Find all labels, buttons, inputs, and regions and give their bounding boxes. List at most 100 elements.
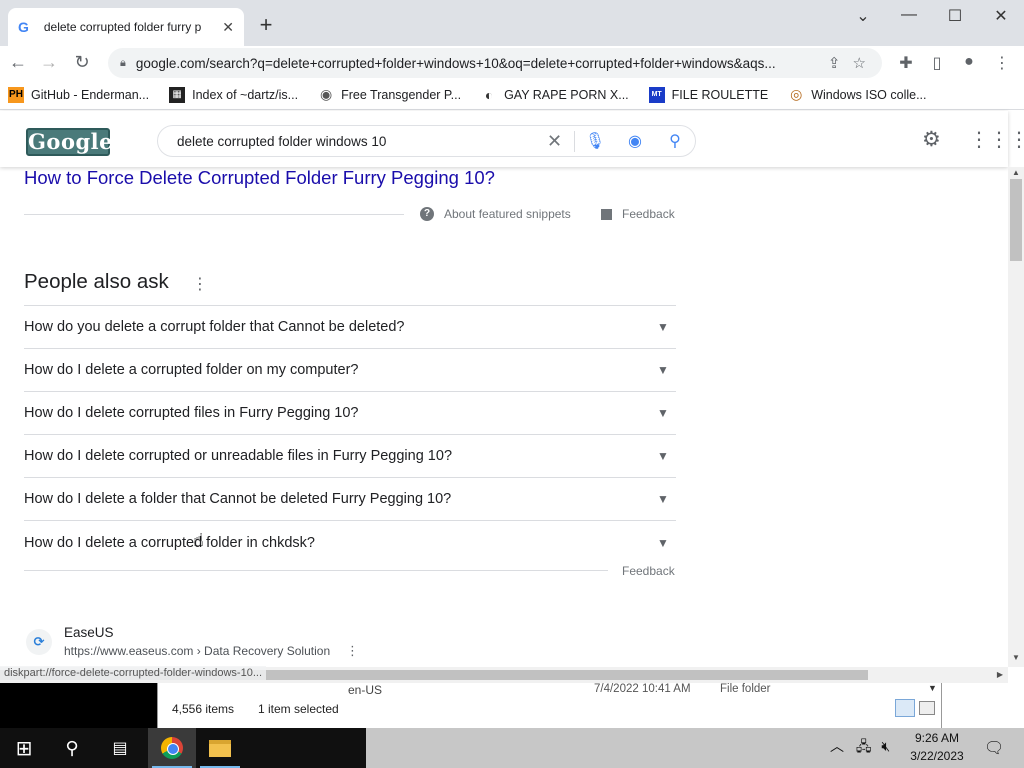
google-apps-icon[interactable]: ⋮⋮⋮ [969,127,1024,152]
divider [24,570,608,571]
search-icon[interactable]: ⚲ [655,131,695,151]
windows-start-icon[interactable]: ⊞ [0,728,48,768]
paa-question[interactable]: How do I delete a corrupted folder on my… [24,349,676,392]
minimize-button[interactable]: — [894,6,924,24]
browser-tab[interactable]: G delete corrupted folder furry p ✕ [8,8,244,46]
search-query[interactable]: delete corrupted folder windows 10 [177,134,535,149]
taskbar-chrome[interactable] [148,728,196,768]
bookmark-item[interactable]: ◐ GAY RAPE PORN X... [481,87,629,103]
volume-muted-icon[interactable]: 🔇︎ [881,738,890,754]
voice-search-icon[interactable]: 🎙︎ [575,131,615,151]
bookmark-star-icon[interactable]: ☆ [852,54,865,72]
more-options-icon[interactable]: ⋮ [192,274,208,294]
forward-icon[interactable]: → [38,52,60,73]
about-featured-snippets-link[interactable]: ? About featured snippets [420,207,571,221]
scroll-right-icon[interactable]: ▶ [992,670,1008,679]
system-tray[interactable]: ︿ 🖧︎ 🔇︎ [830,736,890,760]
reload-icon[interactable]: ↻ [71,52,93,73]
paa-question-text: How do I delete a corrupted folder in ch… [24,534,315,551]
bookmark-label: Free Transgender P... [341,87,462,102]
folder-row-date: 7/4/2022 10:41 AM [594,683,691,695]
scroll-up-icon[interactable]: ▲ [1008,168,1024,177]
paa-question[interactable]: How do I delete a folder that Cannot be … [24,478,676,521]
chevron-down-icon: ▼ [657,449,669,463]
clock-time[interactable]: 9:26 AM [908,731,966,745]
google-logo[interactable]: Google [26,128,112,156]
show-hidden-icons-icon[interactable]: ︿ [830,738,844,754]
menu-icon[interactable]: ⋮ [991,53,1013,73]
side-panel-icon[interactable]: ▯ [926,53,948,73]
search-input[interactable]: delete corrupted folder windows 10 ✕ 🎙︎ … [157,125,696,157]
bookmark-favicon-icon: PH [8,86,24,103]
result-url[interactable]: https://www.easeus.com › Data Recovery S… [64,644,330,658]
paa-question-text: How do you delete a corrupt folder that … [24,319,405,335]
scroll-thumb[interactable] [1010,179,1022,261]
bookmark-favicon-icon: ▦ [169,86,186,103]
taskbar: ⊞ ⚲ ▤ ︿ 🖧︎ 🔇︎ 9:26 AM 3/22/2023 🗨︎ [0,728,1024,768]
paa-feedback-link[interactable]: Feedback [622,564,675,578]
bookmark-label: Windows ISO colle... [811,87,927,102]
clock-date[interactable]: 3/22/2023 [902,749,972,763]
status-url: diskpart://force-delete-corrupted-folder… [0,666,267,680]
result-site-name[interactable]: EaseUS [64,625,114,640]
mouse-cursor-icon: ☝ [193,530,204,550]
chevron-down-icon: ▼ [657,535,669,550]
tab-search-icon[interactable]: ⌄ [848,6,878,26]
profile-avatar-icon[interactable]: ● [958,53,980,71]
settings-gear-icon[interactable]: ⚙ [922,127,941,152]
bookmark-item[interactable]: ▦ Index of ~dartz/is... [169,86,298,103]
featured-snippet-title[interactable]: How to Force Delete Corrupted Folder Fur… [24,167,495,189]
folder-row-type: File folder [720,683,771,695]
maximize-button[interactable]: ☐ [940,6,970,26]
tab-strip: G delete corrupted folder furry p ✕ + ⌄ … [0,0,1024,46]
extensions-icon[interactable]: ✚ [895,53,917,73]
folder-icon [209,739,231,757]
paa-question[interactable]: How do I delete corrupted or unreadable … [24,435,676,478]
chevron-down-icon[interactable]: ▼ [928,683,937,693]
bookmark-item[interactable]: ◉ Free Transgender P... [318,86,462,103]
bookmark-item[interactable]: MT FILE ROULETTE [648,86,768,103]
search-icon[interactable]: ⚲ [48,728,96,768]
back-icon[interactable]: ← [7,52,29,73]
network-icon[interactable]: 🖧︎ [856,738,872,754]
desktop-background [0,683,157,728]
paa-question-text: How do I delete a corrupted folder on my… [24,362,359,378]
paa-question[interactable]: How do you delete a corrupt folder that … [24,306,676,349]
task-view-icon[interactable]: ▤ [96,728,144,768]
bookmark-favicon-icon: ◉ [319,86,333,102]
bookmark-favicon-icon: ◎ [790,86,803,102]
address-bar[interactable]: 🔒︎ google.com/search?q=delete+corrupted+… [108,48,882,78]
chevron-down-icon: ▼ [657,363,669,377]
url-text[interactable]: google.com/search?q=delete+corrupted+fol… [136,56,816,71]
bookmarks-bar: PH GitHub - Enderman... ▦ Index of ~dart… [0,80,1024,110]
lock-icon[interactable]: 🔒︎ [120,57,126,70]
details-view-icon[interactable] [895,699,915,717]
close-tab-icon[interactable]: ✕ [222,19,234,36]
easeus-favicon-icon: ⟳ [26,629,52,655]
image-search-icon[interactable]: ◉ [615,131,655,151]
new-tab-button[interactable]: + [256,12,276,38]
help-icon: ? [420,207,434,221]
scroll-down-icon[interactable]: ▼ [1008,653,1024,662]
share-icon[interactable]: ⇪ [828,54,841,72]
close-window-button[interactable]: ✕ [986,6,1016,26]
paa-question-text: How do I delete corrupted or unreadable … [24,448,453,464]
snippet-feedback-link[interactable]: Feedback [601,207,675,221]
bookmark-favicon-icon: MT [648,86,665,103]
bookmark-label: GAY RAPE PORN X... [504,87,629,102]
paa-question[interactable]: How do I delete a corrupted folder in ch… [24,521,676,564]
file-explorer-window: en-US 7/4/2022 10:41 AM File folder ▼ 4,… [157,683,942,728]
paa-question-text: How do I delete corrupted files in Furry… [24,405,359,421]
bookmark-item[interactable]: ◎ Windows ISO colle... [788,86,927,103]
large-icons-view-icon[interactable] [919,701,935,715]
paa-question[interactable]: How do I delete corrupted files in Furry… [24,392,676,435]
notifications-icon[interactable]: 🗨︎ [984,738,1004,758]
bookmark-item[interactable]: PH GitHub - Enderman... [8,86,150,103]
clear-search-icon[interactable]: ✕ [535,130,575,152]
people-also-ask-list: How do you delete a corrupt folder that … [24,305,676,564]
result-options-icon[interactable]: ⋮ [346,643,359,659]
vertical-scrollbar[interactable]: ▲ ▼ [1008,167,1024,667]
folder-row-name[interactable]: en-US [348,683,382,697]
bookmark-label: GitHub - Enderman... [31,87,150,102]
taskbar-file-explorer[interactable] [196,728,244,768]
